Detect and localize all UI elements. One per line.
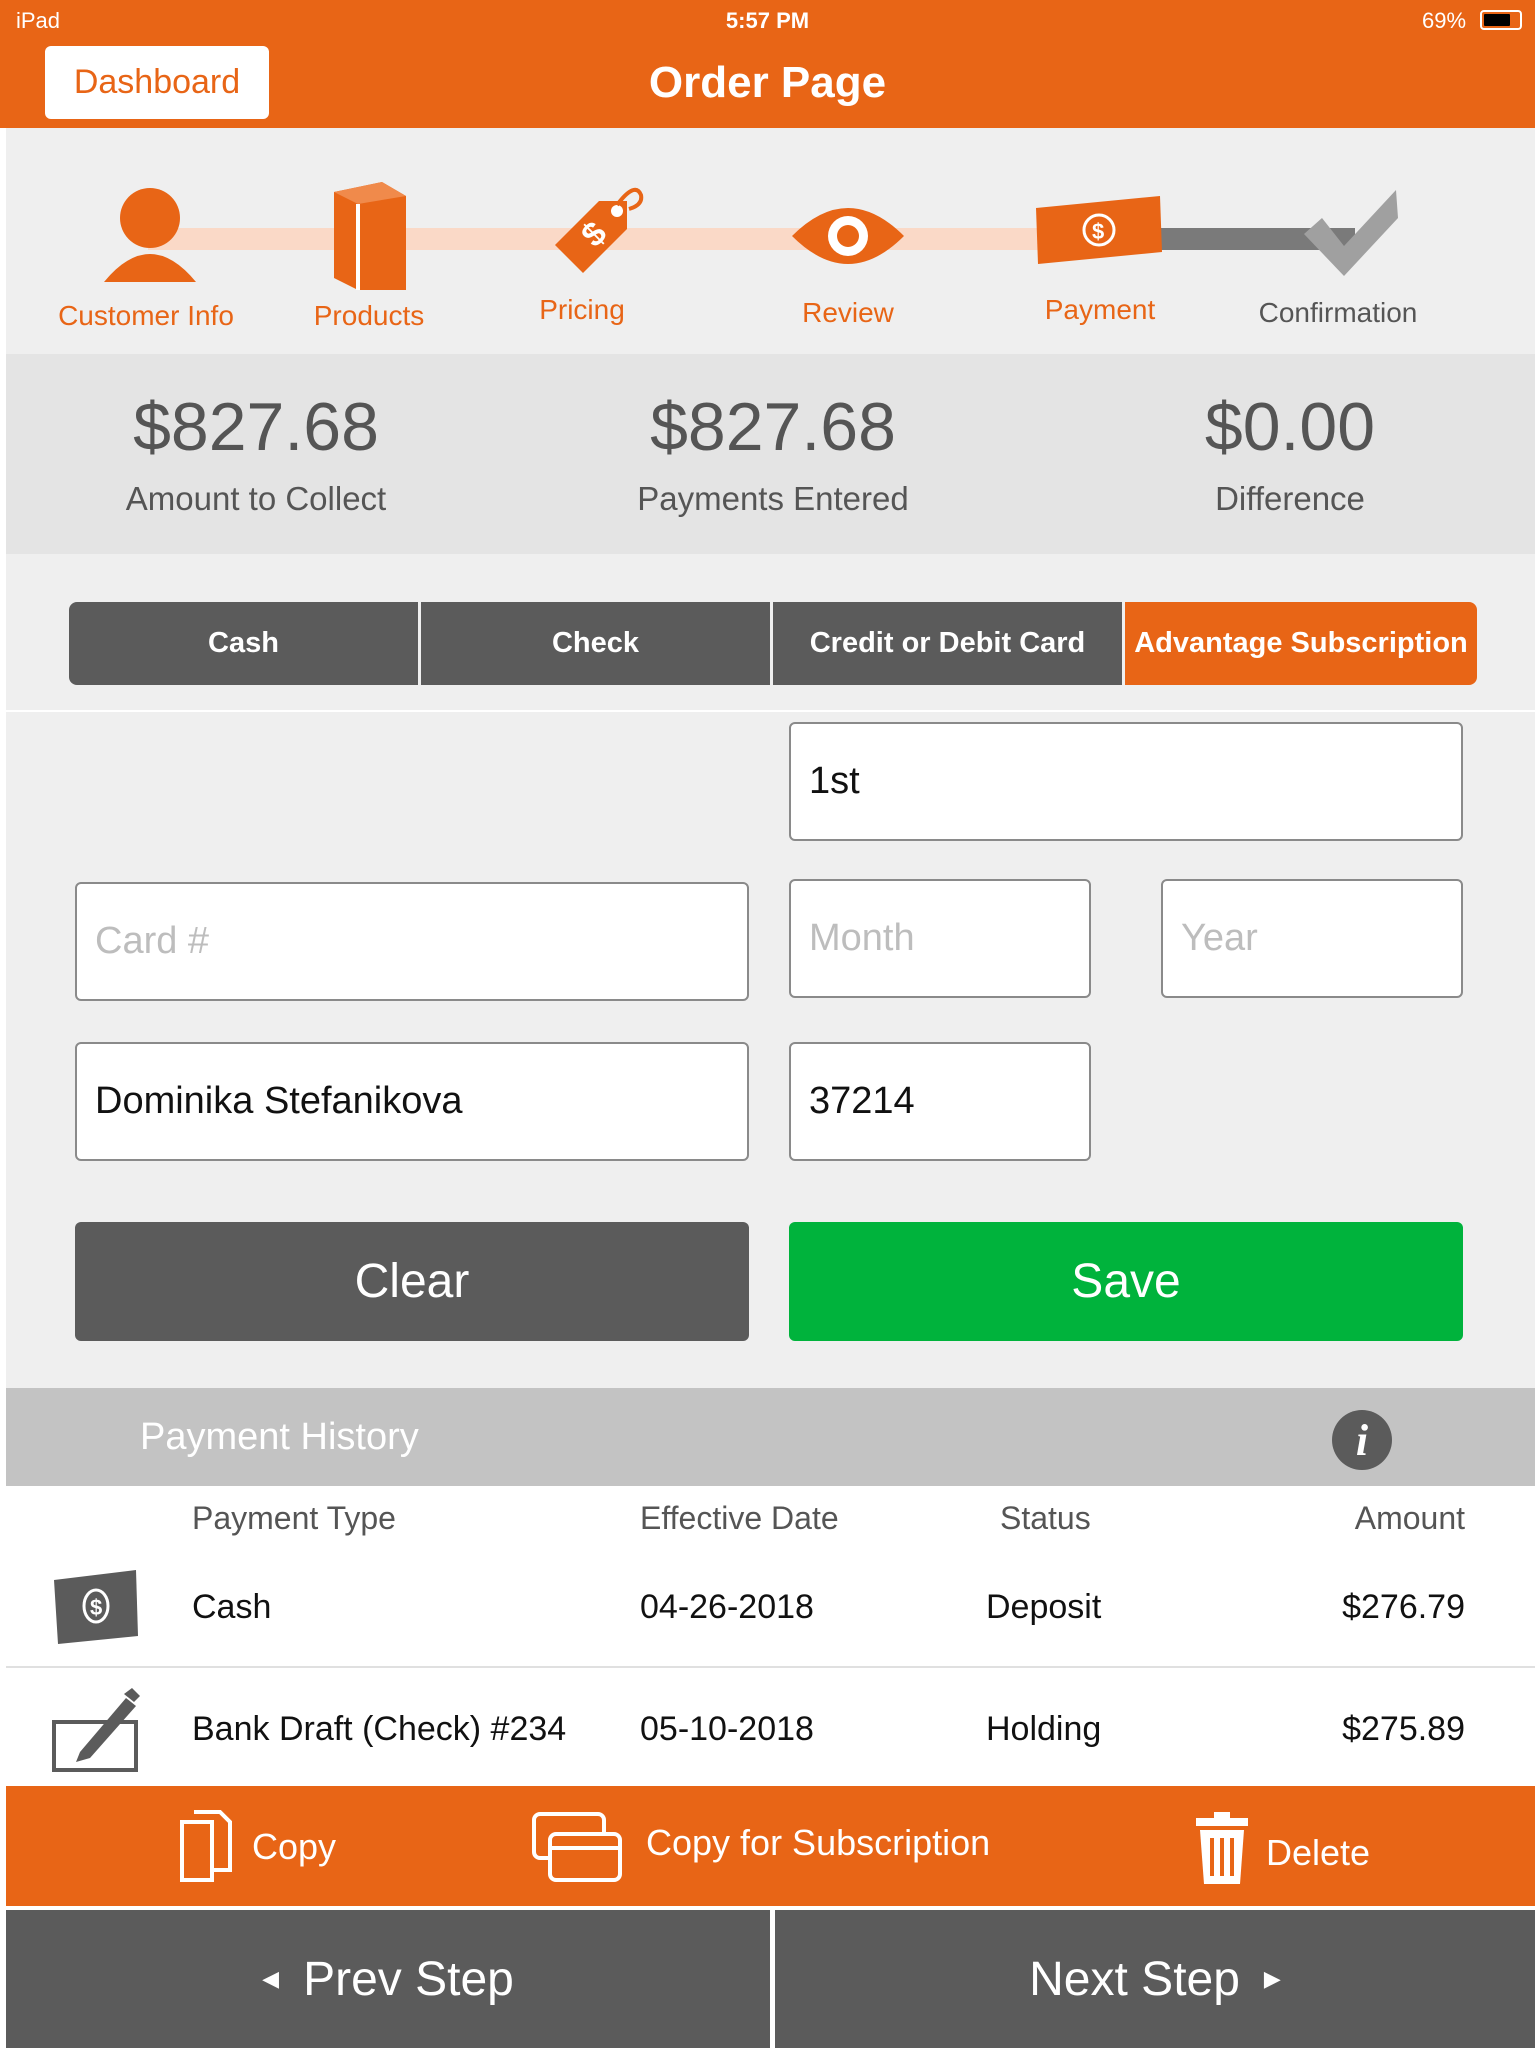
caret-left-icon: ◀ bbox=[262, 1966, 280, 1991]
row-amount: $275.89 bbox=[1342, 1710, 1465, 1748]
tab-check[interactable]: Check bbox=[421, 602, 770, 685]
month-field[interactable]: Month bbox=[789, 879, 1091, 998]
step-pricing[interactable]: $ bbox=[545, 183, 645, 283]
tab-credit-debit-card[interactable]: Credit or Debit Card bbox=[773, 602, 1122, 685]
save-button[interactable]: Save bbox=[789, 1222, 1463, 1341]
row-effective-date: 05-10-2018 bbox=[640, 1710, 814, 1748]
trash-icon bbox=[1196, 1812, 1248, 1884]
step-label-customer-info: Customer Info bbox=[58, 300, 234, 331]
step-label-review: Review bbox=[802, 297, 894, 328]
step-products[interactable] bbox=[330, 182, 410, 292]
row-status: Holding bbox=[986, 1710, 1102, 1748]
difference-label: Difference bbox=[1215, 480, 1365, 517]
checkmark-icon bbox=[1304, 190, 1398, 276]
battery-icon bbox=[1480, 10, 1522, 30]
copy-icon bbox=[180, 1810, 232, 1882]
col-status: Status bbox=[1000, 1500, 1091, 1536]
check-pen-icon bbox=[52, 1688, 140, 1772]
step-label-pricing: Pricing bbox=[539, 294, 625, 325]
payment-history-title: Payment History bbox=[140, 1416, 419, 1458]
step-review[interactable] bbox=[790, 196, 906, 276]
next-step-button[interactable]: Next Step ▶ bbox=[775, 1910, 1535, 2048]
col-amount: Amount bbox=[1354, 1500, 1465, 1536]
table-row[interactable]: $ Cash 04-26-2018 Deposit $276.79 bbox=[6, 1560, 1535, 1664]
clear-button[interactable]: Clear bbox=[75, 1222, 749, 1341]
step-confirmation[interactable] bbox=[1300, 188, 1404, 278]
row-payment-type: Cash bbox=[192, 1588, 272, 1626]
prev-step-label: Prev Step bbox=[303, 1952, 514, 2006]
payments-entered-value: $827.68 bbox=[650, 389, 896, 465]
price-tag-icon: $ bbox=[555, 187, 644, 273]
svg-text:$: $ bbox=[1092, 219, 1104, 244]
prev-step-button[interactable]: ◀ Prev Step bbox=[6, 1910, 770, 2048]
table-row[interactable]: Bank Draft (Check) #234 05-10-2018 Holdi… bbox=[6, 1680, 1535, 1784]
amount-to-collect-label: Amount to Collect bbox=[125, 480, 387, 517]
difference-value: $0.00 bbox=[1204, 389, 1376, 465]
row-divider bbox=[6, 1666, 1535, 1668]
amount-to-collect-value: $827.68 bbox=[133, 389, 379, 465]
cash-icon: $ bbox=[54, 1570, 138, 1644]
eye-icon bbox=[792, 208, 904, 264]
step-label-confirmation: Confirmation bbox=[1258, 297, 1418, 328]
status-battery: 69% bbox=[1422, 8, 1467, 33]
payments-entered-label: Payments Entered bbox=[637, 480, 909, 517]
step-payment[interactable]: $ bbox=[1034, 196, 1164, 266]
cards-icon bbox=[532, 1812, 622, 1882]
row-payment-type: Bank Draft (Check) #234 bbox=[192, 1710, 567, 1748]
step-customer-info[interactable] bbox=[100, 186, 200, 286]
delete-label: Delete bbox=[1266, 1832, 1371, 1873]
step-label-products: Products bbox=[313, 300, 425, 331]
money-icon: $ bbox=[1036, 196, 1162, 264]
copy-for-subscription-label: Copy for Subscription bbox=[646, 1822, 991, 1863]
card-number-field[interactable]: Card # bbox=[75, 882, 749, 1001]
cardholder-name-field[interactable]: Dominika Stefanikova bbox=[75, 1042, 749, 1161]
year-field[interactable]: Year bbox=[1161, 879, 1463, 998]
row-effective-date: 04-26-2018 bbox=[640, 1588, 814, 1626]
step-label-payment: Payment bbox=[1044, 294, 1156, 325]
zip-field[interactable]: 37214 bbox=[789, 1042, 1091, 1161]
book-icon bbox=[334, 182, 406, 290]
copy-label: Copy bbox=[252, 1826, 337, 1867]
row-amount: $276.79 bbox=[1342, 1588, 1465, 1626]
svg-text:$: $ bbox=[90, 1595, 102, 1620]
row-status: Deposit bbox=[986, 1588, 1102, 1626]
tab-cash[interactable]: Cash bbox=[69, 602, 418, 685]
charge-day-field[interactable]: 1st bbox=[789, 722, 1463, 841]
info-icon[interactable]: i bbox=[1332, 1410, 1392, 1470]
next-step-label: Next Step bbox=[1029, 1952, 1240, 2006]
col-effective-date: Effective Date bbox=[640, 1500, 839, 1536]
person-icon bbox=[104, 188, 196, 282]
caret-right-icon: ▶ bbox=[1263, 1966, 1281, 1991]
tab-advantage-subscription[interactable]: Advantage Subscription bbox=[1125, 602, 1477, 685]
status-time: 5:57 PM bbox=[725, 8, 810, 33]
col-payment-type: Payment Type bbox=[192, 1500, 396, 1536]
page-title: Order Page bbox=[648, 58, 887, 107]
